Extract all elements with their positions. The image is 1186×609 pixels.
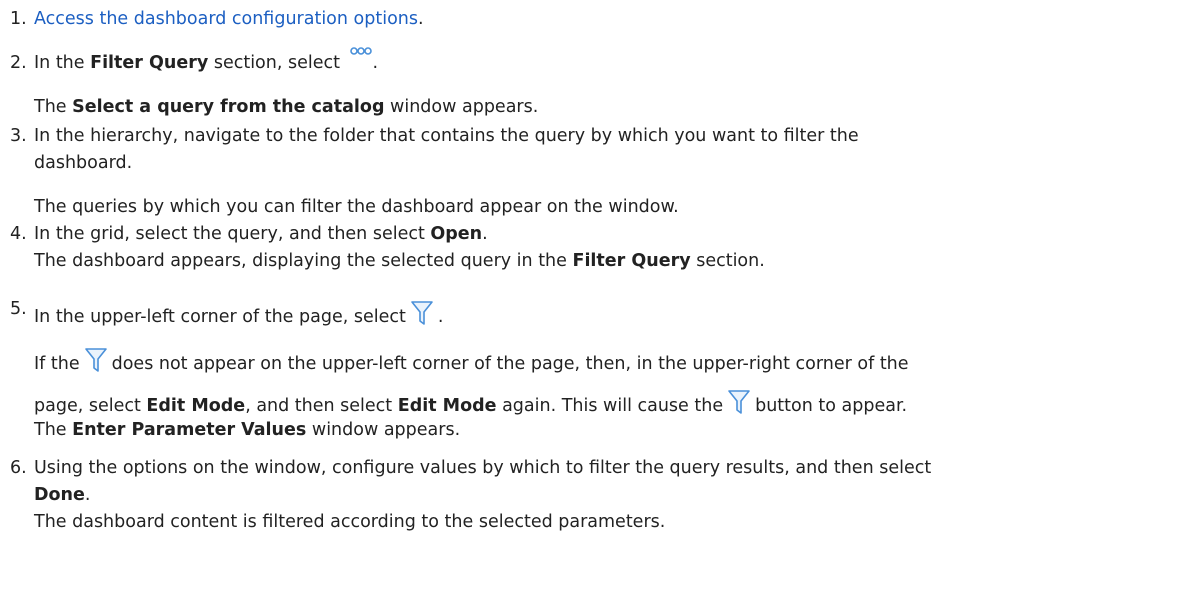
text: The dashboard appears, displaying the se… [34,251,573,271]
text: In the grid, select the query, and then … [34,224,431,244]
step-1-line: Access the dashboard configuration optio… [34,6,424,32]
punct: . [482,224,488,244]
step-3-line2: dashboard. [34,153,133,173]
text: page, select [34,396,147,416]
text: The [34,420,73,440]
text: In the [34,53,91,73]
punct: . [372,53,379,73]
text: button to appear. [755,396,908,416]
punct: . [418,9,424,29]
step-number: 1. [10,9,27,29]
text: again. This will cause the [496,396,724,416]
text: The [34,97,73,117]
step-6-result: The dashboard content is filtered accord… [34,512,666,532]
filter-funnel-icon [728,390,750,414]
ui-label-edit-mode: Edit Mode [146,396,246,416]
step-number: 4. [10,224,27,244]
ui-label-open: Open [430,224,483,244]
step-5-note-line2: page, select Edit Mode, and then select … [34,385,907,419]
filter-funnel-icon [411,301,433,325]
ui-label-filter-query: Filter Query [572,251,691,271]
dashboard-config-link[interactable]: Access the dashboard configuration optio… [34,9,418,29]
ui-label-enter-parameter-values: Enter Parameter Values [72,420,307,440]
step-number: 3. [10,126,27,146]
text: , and then select [245,396,398,416]
step-3-line1: In the hierarchy, navigate to the folder… [34,126,859,146]
ui-label-done: Done [34,485,85,505]
step-number: 5. [10,299,27,319]
step-number: 2. [10,53,27,73]
text: In the upper-left corner of the page, se… [34,307,406,327]
step-3-result: The queries by which you can filter the … [34,197,679,217]
punct: . [437,307,444,327]
step-4-instruction: In the grid, select the query, and then … [34,221,488,247]
text: window appears. [306,420,461,440]
text: does not appear on the upper-left corner… [111,354,909,374]
text: section. [690,251,765,271]
step-4-result: The dashboard appears, displaying the se… [34,248,765,274]
step-6-line2: Done. [34,482,90,508]
ui-label-filter-query: Filter Query [90,53,209,73]
text: window appears. [384,97,539,117]
text: section, select [208,53,346,73]
filter-funnel-icon [84,348,107,372]
step-5-note-line1: If the does not appear on the upper-left… [34,343,909,377]
step-6-line1: Using the options on the window, configu… [34,458,932,478]
text: If the [34,354,80,374]
punct: . [84,485,91,505]
step-number: 6. [10,458,27,478]
step-2-result: The Select a query from the catalog wind… [34,94,538,120]
ui-label-select-query-window: Select a query from the catalog [72,97,385,117]
step-2-instruction: In the Filter Query section, select . [34,47,379,76]
ui-label-edit-mode: Edit Mode [397,396,497,416]
step-5-instruction: In the upper-left corner of the page, se… [34,296,443,330]
more-options-icon [349,47,372,55]
step-5-result: The Enter Parameter Values window appear… [34,417,460,443]
